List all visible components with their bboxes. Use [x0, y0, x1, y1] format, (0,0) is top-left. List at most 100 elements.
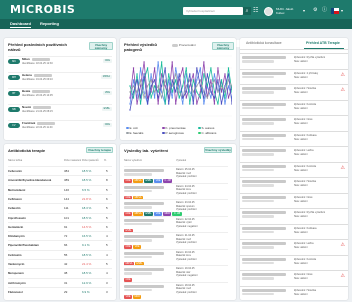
percent-toggle[interactable]: Procentuální	[172, 43, 196, 47]
consultation-row[interactable]: Zpřesnění: Kultivace Stav: aktivní	[240, 223, 348, 237]
data-point[interactable]	[129, 85, 131, 87]
data-point[interactable]	[132, 85, 135, 87]
language-flag-icon[interactable]	[331, 8, 339, 14]
tab-antibiotic-consultation[interactable]: Antibiotická konzultace	[246, 41, 282, 46]
data-point[interactable]	[227, 73, 230, 75]
data-point[interactable]	[139, 67, 142, 69]
data-point[interactable]	[231, 91, 232, 93]
result-row[interactable]: Datum: 24.04.25 Materiál: krev Výsledek: p…	[124, 182, 228, 200]
data-point[interactable]	[199, 97, 202, 99]
consultation-row[interactable]: Zpřesnění: Horečka Stav: aktivní	[240, 285, 348, 299]
data-point[interactable]	[189, 73, 191, 75]
table-row[interactable]: Piperacilin/Tazobaktam 66 9.1 % 5	[8, 240, 112, 249]
data-point[interactable]	[175, 103, 177, 105]
table-row[interactable]: Cefazolin 111 18.3 % 5	[8, 203, 112, 212]
consultation-row[interactable]: Zpřesnění: Rychlé vyšetření Stav: aktivní	[240, 208, 348, 221]
data-point[interactable]	[185, 67, 187, 69]
data-point[interactable]	[178, 91, 180, 93]
data-point[interactable]	[171, 91, 173, 93]
patient-name[interactable]: Helena	[22, 73, 52, 78]
data-point[interactable]	[210, 91, 212, 93]
data-point[interactable]	[199, 67, 202, 69]
avatar[interactable]	[264, 7, 273, 16]
consultation-row[interactable]: Zpřesnění: Horečka Stav: aktivní ⚠	[240, 84, 348, 97]
resistance-tag[interactable]: MRSA	[100, 75, 112, 79]
table-row[interactable]: Flukonazol 29 6.9 % 3	[8, 286, 112, 296]
data-point[interactable]	[185, 85, 187, 87]
data-point[interactable]	[143, 97, 145, 99]
data-point[interactable]	[175, 79, 177, 81]
warning-icon[interactable]: ⚠	[341, 165, 345, 171]
data-point[interactable]	[182, 97, 184, 99]
toggle-switch[interactable]	[172, 43, 178, 47]
data-point[interactable]	[150, 97, 152, 99]
data-point[interactable]	[227, 67, 230, 69]
result-row[interactable]: Datum: 19.04.25 Materiál: stěr Výsledek: n…	[124, 265, 228, 282]
data-point[interactable]	[220, 103, 223, 105]
data-point[interactable]	[143, 61, 145, 63]
data-point[interactable]	[203, 61, 205, 63]
data-point[interactable]	[129, 97, 131, 99]
search-icon[interactable]: ⌕	[243, 7, 251, 15]
table-row[interactable]: Klindamycin 72 16.5 % 4	[8, 231, 112, 240]
data-point[interactable]	[220, 79, 223, 81]
data-point[interactable]	[189, 85, 191, 87]
data-point[interactable]	[213, 79, 216, 81]
data-point[interactable]	[157, 85, 159, 87]
nav-reporting[interactable]: Reporting	[40, 21, 59, 27]
data-point[interactable]	[146, 85, 149, 87]
table-row[interactable]: Ceftriaxon 144 21.8 % 6	[8, 193, 112, 203]
consultation-row[interactable]: Zpřesnění: Nové Stav: aktivní	[240, 192, 348, 206]
data-point[interactable]	[153, 97, 156, 99]
data-point[interactable]	[210, 67, 212, 69]
data-point[interactable]	[136, 91, 138, 93]
data-point[interactable]	[178, 73, 180, 75]
help-icon[interactable]: ⓘ	[322, 7, 327, 14]
warning-icon[interactable]: ⚠	[341, 274, 345, 279]
data-point[interactable]	[164, 85, 166, 87]
data-point[interactable]	[203, 97, 205, 99]
data-point[interactable]	[217, 103, 219, 105]
data-point[interactable]	[153, 67, 156, 69]
data-point[interactable]	[150, 79, 152, 81]
data-point[interactable]	[185, 91, 187, 93]
data-point[interactable]	[224, 85, 226, 87]
legend-item[interactable]: C. albicans	[198, 131, 216, 135]
data-point[interactable]	[157, 61, 159, 63]
data-point[interactable]	[139, 79, 142, 81]
data-point[interactable]	[217, 79, 219, 81]
patient-name[interactable]: Milan	[22, 57, 50, 62]
data-point[interactable]	[227, 85, 230, 87]
data-point[interactable]	[196, 103, 198, 105]
data-point[interactable]	[206, 85, 209, 87]
result-tag[interactable]: MDR	[132, 294, 142, 299]
data-point[interactable]	[199, 85, 202, 87]
table-row[interactable]: Cefuroxim 384 18.5 % 5	[8, 166, 112, 175]
tab-atb-therapy[interactable]: Přehled ATB Terapie	[306, 41, 340, 46]
data-point[interactable]	[160, 91, 163, 93]
data-point[interactable]	[199, 79, 202, 81]
data-point[interactable]	[171, 61, 173, 63]
data-point[interactable]	[231, 103, 232, 105]
data-point[interactable]	[175, 91, 177, 93]
result-row[interactable]: Datum: 22.04.25 Materiál: výtěr Výsledek: …	[124, 215, 228, 233]
data-point[interactable]	[146, 103, 149, 105]
user-name[interactable]: MUDr. Jakub Kubec	[276, 7, 293, 15]
data-point[interactable]	[167, 91, 170, 93]
data-point[interactable]	[153, 91, 156, 93]
data-point[interactable]	[196, 91, 198, 93]
data-point[interactable]	[210, 97, 212, 99]
data-point[interactable]	[132, 67, 135, 69]
data-point[interactable]	[136, 103, 138, 105]
data-point[interactable]	[213, 97, 216, 99]
data-point[interactable]	[136, 73, 138, 75]
nav-dashboard[interactable]: Dashboard	[10, 21, 31, 28]
data-point[interactable]	[164, 103, 166, 105]
data-point[interactable]	[132, 91, 135, 93]
table-row[interactable]: Ciprofloxacin 101 18.5 % 5	[8, 212, 112, 222]
data-point[interactable]	[192, 91, 195, 93]
table-row[interactable]: Amoxicilin/Kyselina klavulanová 389 18.5 %…	[8, 175, 112, 184]
legend-item[interactable]: P. aeruginosa	[162, 131, 184, 135]
patient-name[interactable]: Beata	[22, 89, 51, 94]
data-point[interactable]	[224, 73, 226, 75]
